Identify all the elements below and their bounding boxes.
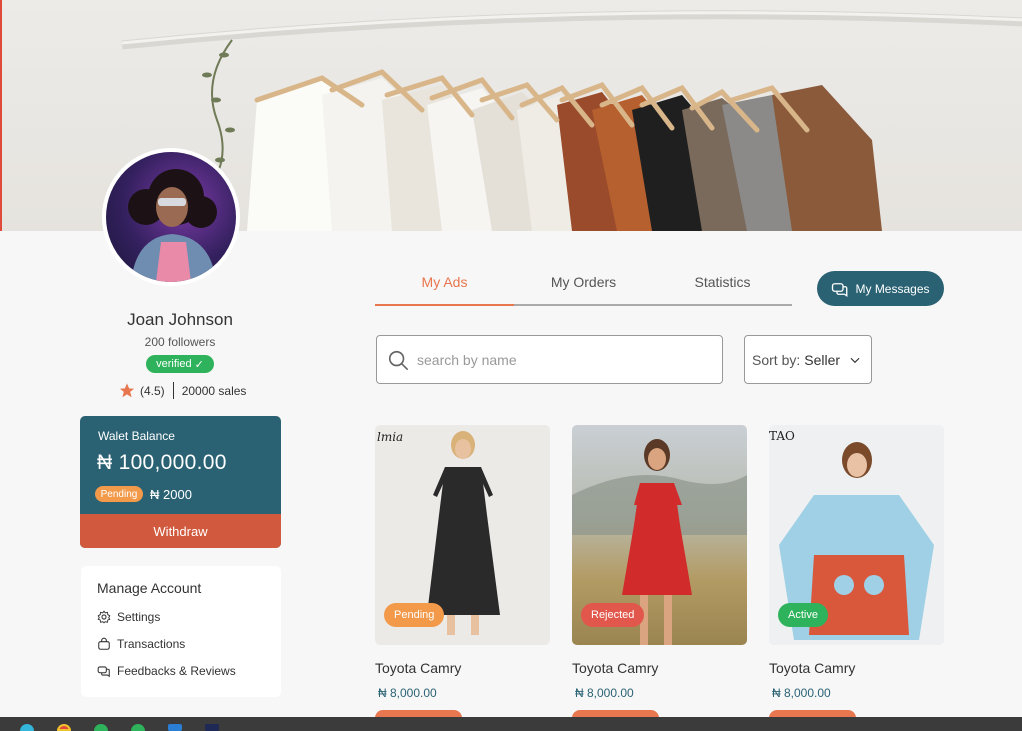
gear-icon — [97, 610, 111, 624]
rating-value: (4.5) — [140, 383, 165, 398]
divider — [172, 382, 174, 399]
avatar-photo — [106, 152, 236, 282]
search-input[interactable] — [417, 351, 707, 368]
wallet-card: Walet Balance ₦ 100,000.00 Pending ₦ 200… — [80, 416, 281, 548]
wallet-balance: ₦ 100,000.00 — [97, 451, 227, 474]
vscode-icon[interactable] — [168, 724, 182, 731]
chat-icon — [97, 666, 110, 678]
tab-bar: My Ads My Orders Statistics — [375, 268, 792, 306]
os-taskbar — [0, 717, 1022, 731]
chat-icon — [832, 282, 848, 297]
my-messages-button[interactable]: My Messages — [817, 271, 944, 306]
sales-count: 20000 sales — [181, 383, 247, 398]
search-box — [376, 335, 723, 384]
tab-statistics[interactable]: Statistics — [653, 268, 792, 304]
spotify-icon[interactable] — [94, 724, 108, 731]
sort-dropdown[interactable]: Sort by: Seller — [744, 335, 872, 384]
product-title: Toyota Camry — [572, 660, 659, 676]
search-icon — [388, 350, 408, 370]
whatsapp-icon[interactable] — [131, 724, 145, 731]
product-card[interactable]: lmia Pending Toyota Camry ₦ 8,000.00 — [375, 425, 550, 720]
feedbacks-label: Feedbacks & Reviews — [117, 664, 236, 678]
manage-account-title: Manage Account — [97, 580, 202, 596]
profile-name: Joan Johnson — [127, 310, 233, 329]
status-badge: Active — [778, 603, 828, 627]
product-price: ₦ 8,000.00 — [772, 686, 831, 700]
product-price: ₦ 8,000.00 — [378, 686, 437, 700]
product-title: Toyota Camry — [375, 660, 462, 676]
pending-amount: ₦ 2000 — [150, 487, 192, 502]
photoshop-icon[interactable] — [205, 724, 219, 731]
followers-count: 200 followers — [144, 335, 216, 349]
product-card[interactable]: TAO Active Toyota Camry ₦ 8,000.00 — [769, 425, 944, 720]
settings-label: Settings — [117, 610, 161, 624]
status-badge: Rejected — [581, 603, 645, 627]
bag-icon — [98, 637, 110, 650]
pending-badge: Pending — [95, 486, 143, 502]
product-price: ₦ 8,000.00 — [575, 686, 634, 700]
sort-value: Seller — [804, 351, 841, 368]
product-card[interactable]: Rejected Toyota Camry ₦ 8,000.00 — [572, 425, 747, 720]
transactions-label: Transactions — [117, 637, 186, 651]
product-title: Toyota Camry — [769, 660, 856, 676]
product-image: Rejected — [572, 425, 747, 645]
chevron-down-icon — [850, 357, 860, 363]
wallet-label: Walet Balance — [98, 429, 175, 443]
manage-account-panel: Manage Account Settings Transactions Fee… — [81, 566, 281, 697]
rating-row: (4.5) 20000 sales — [118, 382, 246, 399]
star-icon — [119, 383, 135, 398]
check-icon: ✓ — [194, 358, 204, 371]
verified-label: verified — [156, 358, 192, 370]
my-messages-label: My Messages — [855, 281, 930, 296]
sort-label: Sort by: — [752, 351, 801, 368]
svg-text:TAO: TAO — [769, 429, 795, 443]
tab-my-ads[interactable]: My Ads — [375, 268, 514, 306]
edge-icon[interactable] — [20, 724, 34, 731]
product-image: lmia Pending — [375, 425, 550, 645]
verified-badge: verified ✓ — [146, 355, 214, 373]
svg-text:lmia: lmia — [377, 430, 403, 444]
transactions-link[interactable]: Transactions — [97, 637, 185, 651]
withdraw-button[interactable]: Withdraw — [80, 514, 281, 548]
status-badge: Pending — [384, 603, 445, 627]
chrome-icon[interactable] — [57, 724, 71, 731]
feedbacks-link[interactable]: Feedbacks & Reviews — [97, 664, 236, 678]
product-image: TAO Active — [769, 425, 944, 645]
profile-avatar[interactable] — [102, 148, 240, 286]
tab-my-orders[interactable]: My Orders — [514, 268, 653, 304]
settings-link[interactable]: Settings — [97, 610, 160, 624]
